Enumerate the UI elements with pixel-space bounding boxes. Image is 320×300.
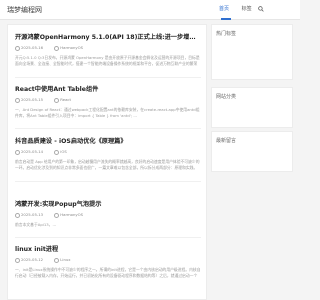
article-date: 2025-05-13 (15, 212, 48, 218)
sidebar-title: 最新留言 (216, 138, 237, 144)
article-summary: 一、init是Linux系统操作中不可缺少的程序之一。所谓的init进程，它是一… (15, 266, 201, 278)
clock-icon (15, 45, 20, 51)
article-title[interactable]: React中使用Ant Table组件 (15, 84, 201, 93)
site-logo[interactable]: 瑞梦编程网 (7, 5, 42, 15)
article-title[interactable]: 鸿蒙开发:实现Popup气泡提示 (15, 199, 201, 208)
folder-icon (54, 149, 60, 155)
article-item[interactable]: linux init进程 2025-05-12 Linux 一、init是Lin… (15, 244, 201, 279)
nav-home[interactable]: 首页 (219, 6, 229, 12)
divider (15, 181, 201, 182)
article-category: HarmonyOS (54, 212, 88, 218)
article-category: iOS (54, 149, 71, 155)
sidebar-categories: 网站分类 (211, 87, 293, 128)
article-meta: 2025-05-12 Linux (15, 257, 201, 263)
article-meta: 2025-05-13 HarmonyOS (15, 212, 201, 218)
sidebar-title: 热门标签 (216, 31, 237, 37)
divider (15, 237, 201, 238)
article-meta: 2025-05-16 HarmonyOS (15, 45, 201, 51)
article-category: HarmonyOS (54, 45, 88, 51)
article-list: 开源鸿蒙OpenHarmony 5.1.0(API 18)正式上线:进一步增强A… (7, 24, 207, 300)
article-summary: 开元Q:5.1.0 Q:3日发布，开源鸿蒙 OpenHarmony 是由开放原子… (15, 54, 200, 66)
article-date: 2025-05-14 (15, 149, 48, 155)
article-item[interactable]: 鸿蒙开发:实现Popup气泡提示 2025-05-13 HarmonyOS 前言… (15, 199, 201, 228)
article-summary: 前言本文基于Api13，... (15, 221, 57, 227)
clock-icon (15, 149, 20, 155)
sidebar-latest-comments: 最新留言 (211, 131, 293, 172)
article-category: Linux (54, 257, 75, 263)
clock-icon (15, 257, 20, 263)
folder-icon (54, 257, 60, 263)
divider (15, 77, 201, 78)
clock-icon (15, 97, 20, 103)
article-item[interactable]: 开源鸿蒙OpenHarmony 5.1.0(API 18)正式上线:进一步增强A… (15, 32, 201, 67)
article-item[interactable]: 抖音品质建设 - iOS启动优化《原理篇》 2025-05-14 iOS 前言启… (15, 136, 201, 171)
article-date: 2025-05-12 (15, 257, 48, 263)
article-date: 2025-05-15 (15, 97, 48, 103)
article-summary: 前言启动是 App 给用户的第一印象，启动越慢用户流失的概率就越高，良好的启动速… (15, 158, 200, 170)
article-item[interactable]: React中使用Ant Table组件 2025-05-15 React 一、A… (15, 84, 201, 119)
search-icon[interactable] (258, 6, 264, 12)
folder-icon (54, 212, 60, 218)
folder-icon (54, 45, 60, 51)
clock-icon (15, 212, 20, 218)
article-meta: 2025-05-14 iOS (15, 149, 201, 155)
article-title[interactable]: linux init进程 (15, 244, 201, 253)
sidebar-hot-tags: 热门标签 (211, 24, 293, 80)
nav-tags[interactable]: 标签 (242, 6, 252, 12)
article-meta: 2025-05-15 React (15, 97, 201, 103)
top-nav-bar: 瑞梦编程网 首页 标签 (0, 0, 300, 20)
article-summary: 一、Ant Design of React：通过webpack工程化配置ant的… (15, 106, 200, 118)
main-nav: 首页 标签 (219, 5, 263, 12)
article-date: 2025-05-16 (15, 45, 48, 51)
article-category: React (54, 97, 76, 103)
article-title[interactable]: 开源鸿蒙OpenHarmony 5.1.0(API 18)正式上线:进一步增强A… (15, 32, 201, 41)
sidebar-title: 网站分类 (216, 94, 237, 100)
active-nav-indicator (221, 18, 231, 20)
article-title[interactable]: 抖音品质建设 - iOS启动优化《原理篇》 (15, 136, 201, 145)
folder-icon (54, 97, 60, 103)
divider (15, 128, 201, 129)
